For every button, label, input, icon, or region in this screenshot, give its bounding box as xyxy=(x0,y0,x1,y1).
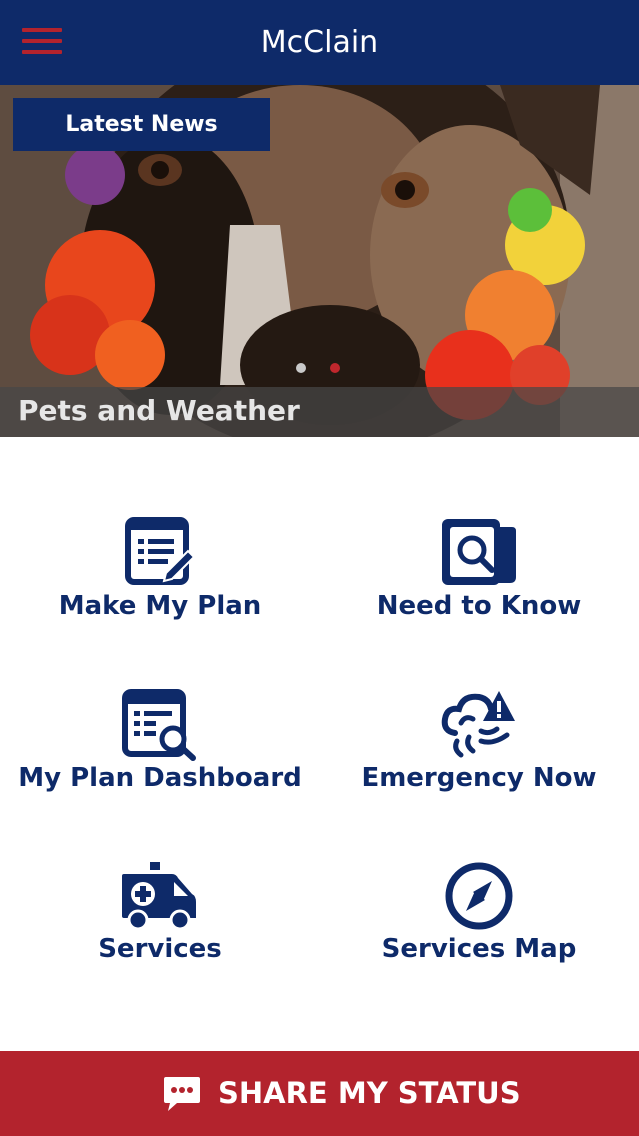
tile-label: Services xyxy=(98,934,222,964)
plan-edit-icon xyxy=(125,517,196,585)
share-my-status-button[interactable]: SHARE MY STATUS xyxy=(0,1051,639,1136)
app-header: McClain xyxy=(0,0,639,85)
tile-label: Emergency Now xyxy=(361,763,597,793)
services-tile[interactable]: Services xyxy=(0,860,320,1000)
make-my-plan-tile[interactable]: Make My Plan xyxy=(0,517,320,657)
emergency-now-tile[interactable]: Emergency Now xyxy=(319,689,639,829)
chat-bubble-icon xyxy=(164,1077,200,1111)
carousel-caption: Pets and Weather xyxy=(18,394,300,427)
share-my-status-label: SHARE MY STATUS xyxy=(218,1076,521,1110)
my-plan-dashboard-tile[interactable]: My Plan Dashboard xyxy=(0,689,320,829)
news-carousel[interactable]: Latest News Pets and Weather xyxy=(0,85,639,437)
tile-label: Need to Know xyxy=(376,591,582,621)
dashboard-search-icon xyxy=(122,689,196,761)
compass-icon xyxy=(445,862,513,930)
tile-label: My Plan Dashboard xyxy=(18,763,302,793)
app-title: McClain xyxy=(260,25,379,60)
tile-label: Services Map xyxy=(381,934,577,964)
search-documents-icon xyxy=(442,519,516,585)
need-to-know-tile[interactable]: Need to Know xyxy=(319,517,639,657)
storm-alert-icon xyxy=(441,691,515,758)
tile-label: Make My Plan xyxy=(58,591,262,621)
latest-news-badge[interactable]: Latest News xyxy=(13,98,270,151)
carousel-dot-2-active[interactable] xyxy=(330,363,340,373)
carousel-dot-1[interactable] xyxy=(296,363,306,373)
carousel-caption-bar: Pets and Weather xyxy=(0,387,639,437)
ambulance-icon xyxy=(122,862,196,931)
services-map-tile[interactable]: Services Map xyxy=(319,860,639,1000)
